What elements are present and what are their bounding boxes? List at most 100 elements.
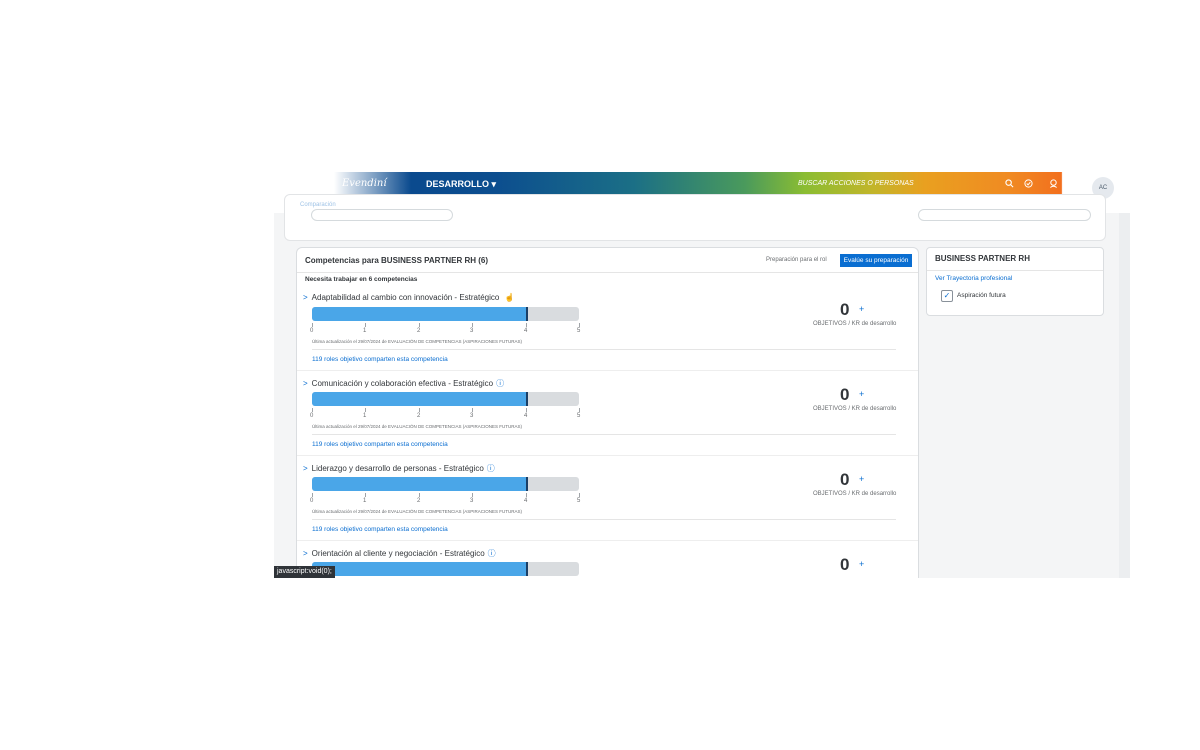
scale-tick	[365, 493, 366, 497]
proficiency-bar-fill	[312, 562, 528, 576]
objectives-label: OBJETIVOS / KR de desarrollo	[813, 491, 897, 497]
add-objective-button[interactable]: +	[859, 559, 864, 569]
scale-tick	[472, 493, 473, 497]
shared-roles-link[interactable]: 119 roles objetivo comparten esta compet…	[312, 526, 448, 533]
scale-tick	[312, 408, 313, 412]
scale-tick	[526, 323, 527, 327]
info-icon[interactable]: ⓘ	[487, 464, 495, 473]
scale-tick	[365, 323, 366, 327]
scale-tick-label: 5	[577, 413, 581, 419]
proficiency-bar-fill	[312, 392, 528, 406]
objectives-count: 0	[840, 385, 850, 404]
shared-roles-link[interactable]: 119 roles objetivo comparten esta compet…	[312, 356, 448, 363]
card-title: Competencias para BUSINESS PARTNER RH (6…	[305, 256, 488, 265]
competencies-card: Competencias para BUSINESS PARTNER RH (6…	[296, 247, 919, 578]
proficiency-bar	[312, 307, 579, 321]
chevron-right-icon[interactable]: >	[303, 464, 308, 473]
add-objective-button[interactable]: +	[859, 389, 864, 399]
competency-title-row[interactable]: > Liderazgo y desarrollo de personas - Es…	[303, 463, 495, 474]
scale-tick-label: 2	[417, 328, 421, 334]
scale-tick-label: 4	[524, 413, 528, 419]
divider	[297, 272, 918, 273]
subnav-profiles[interactable]: e Perfiles	[347, 202, 378, 209]
add-objective-button[interactable]: +	[859, 304, 864, 314]
scale-tick	[419, 493, 420, 497]
chevron-right-icon[interactable]: >	[303, 549, 308, 558]
shared-roles-link[interactable]: 119 roles objetivo comparten esta compet…	[312, 441, 448, 448]
target-role-title: BUSINESS PARTNER RH	[935, 254, 1030, 263]
scale-tick-label: 0	[310, 498, 314, 504]
proficiency-bar-fill	[312, 477, 528, 491]
scale-tick	[472, 323, 473, 327]
info-icon[interactable]: ⓘ	[488, 549, 496, 558]
chevron-right-icon[interactable]: >	[303, 293, 308, 302]
scale-tick	[472, 408, 473, 412]
scale-tick	[579, 323, 580, 327]
company-logo[interactable]: Evendiní	[342, 178, 387, 189]
objectives-label: OBJETIVOS / KR de desarrollo	[813, 321, 897, 327]
scale-tick	[579, 493, 580, 497]
evaluate-preparation-button[interactable]: Evalúe su preparación	[840, 254, 912, 267]
module-label: DESARROLLO	[426, 179, 489, 189]
scale-tick-label: 3	[470, 413, 474, 419]
chevron-right-icon[interactable]: >	[303, 379, 308, 388]
scale-tick-label: 0	[310, 328, 314, 334]
approvals-icon[interactable]	[1024, 179, 1033, 190]
proficiency-bar-fill	[312, 307, 528, 321]
competency-title-row[interactable]: > Orientación al cliente y negociación - …	[303, 548, 496, 559]
role-preparation-label: Preparación para el rol	[766, 257, 827, 263]
scale-tick	[365, 408, 366, 412]
needs-work-label: Necesita trabajar en 6 competencias	[305, 276, 418, 283]
search-icon[interactable]	[1005, 179, 1014, 190]
profile-pill-left	[311, 209, 453, 221]
proficiency-bar	[312, 562, 579, 576]
competency-title-row[interactable]: > Adaptabilidad al cambio con innovación …	[303, 293, 515, 302]
add-objective-button[interactable]: +	[859, 474, 864, 484]
scale-tick-label: 1	[363, 413, 367, 419]
competency-item: > Adaptabilidad al cambio con innovación …	[297, 293, 918, 378]
target-role-card: BUSINESS PARTNER RH Ver Trayectoria prof…	[926, 247, 1104, 316]
scale-tick-label: 1	[363, 328, 367, 334]
future-aspiration-label: Aspiración futura	[957, 292, 1006, 299]
last-update-text: Última actualización el 29/07/2024 de EV…	[312, 424, 522, 429]
profile-pill-right	[918, 209, 1091, 221]
module-menu[interactable]: DESARROLLO ▾	[426, 179, 496, 190]
scale-tick	[312, 493, 313, 497]
scale-tick	[526, 408, 527, 412]
scale-tick-label: 5	[577, 328, 581, 334]
competency-title: Orientación al cliente y negociación - E…	[311, 549, 485, 558]
scale-tick-label: 2	[417, 413, 421, 419]
scale-tick	[419, 408, 420, 412]
competency-item: > Orientación al cliente y negociación - …	[297, 548, 918, 578]
scale-tick-label: 1	[363, 498, 367, 504]
divider	[297, 370, 918, 371]
objectives-label: OBJETIVOS / KR de desarrollo	[813, 406, 897, 412]
competency-item: > Comunicación y colaboración efectiva - …	[297, 378, 918, 463]
search-actions-field[interactable]: BUSCAR ACCIONES O PERSONAS	[798, 180, 914, 187]
info-icon[interactable]: ⓘ	[496, 379, 504, 388]
future-aspiration-checkbox[interactable]: ✓	[941, 290, 953, 302]
subnav-comparison[interactable]: Comparación	[300, 202, 336, 208]
objectives-count: 0	[840, 470, 850, 489]
scrollbar[interactable]	[1119, 213, 1130, 578]
subnav-career-path[interactable]: Trayectoria profesional	[400, 202, 477, 209]
scale-tick	[312, 323, 313, 327]
support-icon[interactable]	[1049, 179, 1058, 190]
last-update-text: Última actualización el 29/07/2024 de EV…	[312, 509, 522, 514]
view-career-path-link[interactable]: Ver Trayectoria profesional	[935, 275, 1012, 282]
scale-tick-label: 4	[524, 498, 528, 504]
scale-tick-label: 2	[417, 498, 421, 504]
scale-tick	[419, 323, 420, 327]
scale-tick	[526, 493, 527, 497]
scale-tick	[579, 408, 580, 412]
divider	[312, 349, 896, 350]
scale-tick-label: 3	[470, 498, 474, 504]
competency-title-row[interactable]: > Comunicación y colaboración efectiva - …	[303, 378, 504, 389]
competency-title: Adaptabilidad al cambio con innovación -…	[311, 293, 500, 302]
scale-tick-label: 3	[470, 328, 474, 334]
divider	[927, 270, 1103, 271]
competency-title: Liderazgo y desarrollo de personas - Est…	[311, 464, 484, 473]
divider	[297, 455, 918, 456]
objectives-count: 0	[840, 300, 850, 319]
divider	[312, 519, 896, 520]
